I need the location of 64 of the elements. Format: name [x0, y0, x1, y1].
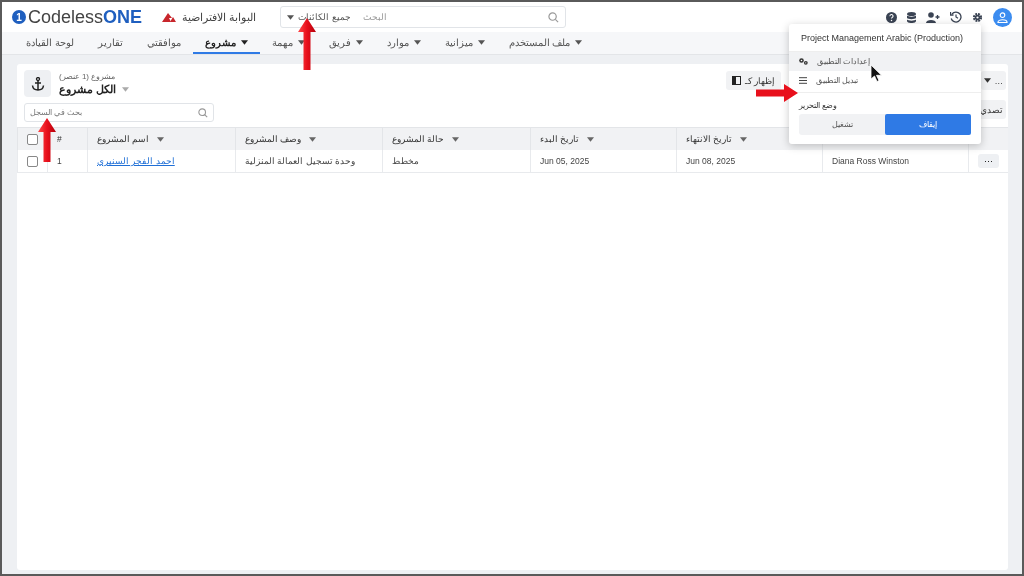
table-cell: 1 [57, 156, 62, 166]
help-icon[interactable] [886, 11, 897, 23]
caret-icon [309, 136, 317, 142]
user-avatar[interactable] [993, 7, 1012, 27]
edit-mode-label: وضع التحرير [797, 100, 839, 112]
table-cell: مخطط [392, 156, 419, 166]
database-icon[interactable] [907, 11, 916, 23]
menu-item[interactable]: إعدادات التطبيق [789, 52, 981, 71]
toggle-option[interactable]: إيقاف [885, 114, 971, 135]
nav-tab[interactable]: مشروع [192, 32, 260, 54]
column-header[interactable]: تاريخ البدء [540, 134, 595, 144]
mouse-cursor-icon [871, 65, 882, 82]
row-actions-button[interactable]: ··· [978, 154, 999, 168]
nav-tab[interactable]: ميزانية [432, 32, 497, 54]
history-icon[interactable] [950, 11, 962, 23]
portal-name: البوابة الافتراضية [182, 10, 257, 24]
caret-icon [452, 136, 460, 142]
logo-mark: 1 [12, 10, 26, 24]
search-field[interactable]: جميع الكائنات البحث [280, 6, 567, 28]
caret-icon [122, 87, 130, 92]
nav-tab[interactable]: فريق [316, 32, 375, 54]
settings-icon[interactable] [972, 11, 983, 23]
record-count: مشروع (1 عنصر) [59, 72, 117, 81]
gears-icon [799, 58, 808, 65]
toggle-option[interactable]: تشغيل [799, 114, 885, 135]
annotation-arrow [38, 118, 56, 162]
table-cell: Diana Ross Winston [832, 156, 909, 166]
logo-text: CodelessONE [28, 6, 143, 28]
checkbox[interactable] [27, 155, 38, 167]
caret-icon [983, 78, 991, 83]
annotation-arrow [756, 84, 798, 102]
nav-tab[interactable]: موارد [374, 32, 433, 54]
caret-icon [587, 136, 595, 142]
menu-icon [799, 77, 807, 84]
record-search-field[interactable]: بحث في السجل [24, 103, 214, 122]
panel-icon [731, 76, 741, 85]
caret-icon [157, 136, 165, 142]
column-header[interactable]: # [57, 134, 62, 144]
column-header[interactable]: تاريخ الانتهاء [686, 134, 748, 144]
annotation-arrow [298, 18, 316, 70]
more-button[interactable]: … [980, 71, 1006, 90]
anchor-icon [24, 70, 51, 97]
search-icon [548, 11, 560, 23]
add-user-icon[interactable] [926, 11, 940, 23]
display-as-button[interactable]: إظهار كـ [725, 71, 781, 90]
nav-tab[interactable]: ملف المستخدم [496, 32, 595, 54]
search-icon [198, 108, 208, 118]
table-cell: Jun 08, 2025 [686, 156, 736, 166]
table-cell: وحدة تسجيل العمالة المنزلية [245, 156, 356, 166]
portal-icon [162, 12, 177, 22]
caret-icon [287, 14, 295, 20]
nav-tab[interactable]: تقارير [85, 32, 135, 54]
column-header[interactable]: حالة المشروع [392, 134, 460, 144]
scope-dropdown[interactable]: جميع الكائنات [281, 7, 357, 27]
view-selector[interactable]: الكل مشروع [59, 83, 130, 96]
column-header[interactable]: اسم المشروع [97, 134, 165, 144]
caret-icon [740, 136, 748, 142]
menu-item[interactable]: تبديل التطبيق [789, 71, 981, 90]
checkbox[interactable] [27, 133, 38, 145]
nav-tab[interactable]: مهمة [259, 32, 317, 54]
nav-tab[interactable]: موافقتي [134, 32, 193, 54]
project-link[interactable]: احمد الفجر السنيري [97, 156, 175, 166]
table-cell: Jun 05, 2025 [540, 156, 590, 166]
nav-tab[interactable]: لوحة القيادة [14, 32, 86, 54]
